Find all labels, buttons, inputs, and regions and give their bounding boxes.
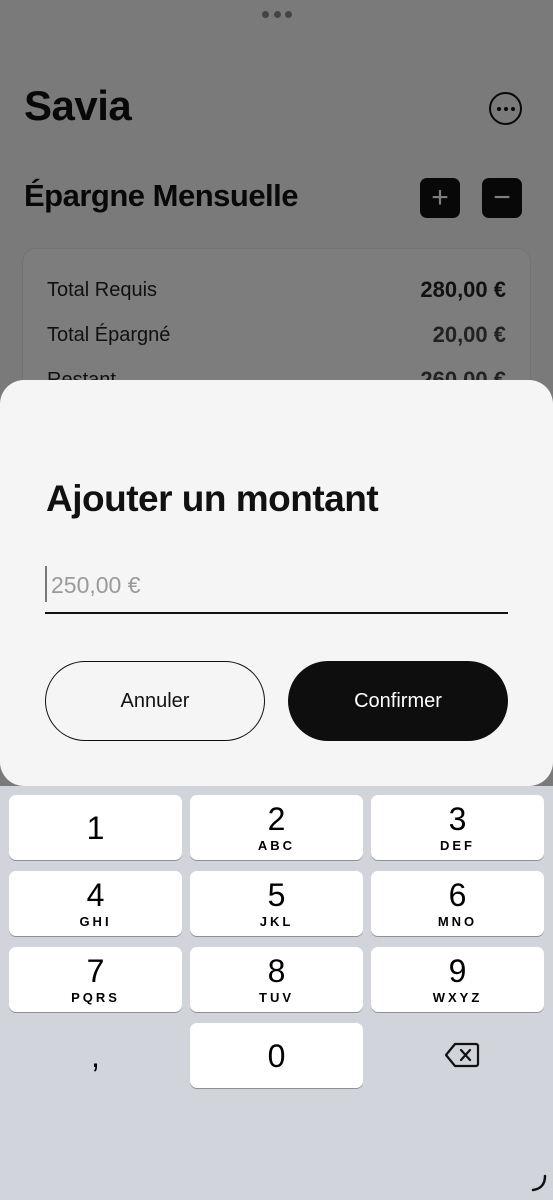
key-letters: WXYZ (432, 990, 483, 1005)
cancel-button[interactable]: Annuler (45, 661, 265, 741)
key-8[interactable]: 8 TUV (190, 947, 363, 1012)
key-number: 6 (448, 877, 467, 913)
text-caret (45, 566, 47, 602)
key-letters: DEF (440, 838, 475, 853)
key-number: 9 (448, 953, 467, 989)
key-7[interactable]: 7 PQRS (9, 947, 182, 1012)
key-comma[interactable]: , (9, 1023, 182, 1088)
key-letters: PQRS (71, 990, 120, 1005)
key-number: 4 (86, 877, 105, 913)
key-letters: GHI (79, 914, 112, 929)
backspace-icon[interactable] (444, 1042, 480, 1068)
key-number: 0 (267, 1037, 286, 1074)
key-5[interactable]: 5 JKL (190, 871, 363, 936)
numeric-keyboard: 1 2 ABC 3 DEF 4 GHI 5 JKL 6 MNO 7 PQRS 8… (0, 786, 553, 1200)
amount-input[interactable] (51, 564, 501, 606)
key-4[interactable]: 4 GHI (9, 871, 182, 936)
confirm-button[interactable]: Confirmer (288, 661, 508, 741)
amount-field[interactable] (45, 564, 508, 614)
key-0[interactable]: 0 (190, 1023, 363, 1088)
key-number: 3 (448, 801, 467, 837)
key-6[interactable]: 6 MNO (371, 871, 544, 936)
key-3[interactable]: 3 DEF (371, 795, 544, 860)
key-2[interactable]: 2 ABC (190, 795, 363, 860)
key-letters: ABC (257, 838, 296, 853)
key-number: 5 (267, 877, 286, 913)
key-letters: MNO (437, 914, 478, 929)
dictation-corner-icon (531, 1174, 547, 1192)
key-number: 7 (86, 953, 105, 989)
key-1[interactable]: 1 (9, 795, 182, 860)
key-letters: TUV (259, 990, 294, 1005)
dialog-title: Ajouter un montant (46, 478, 379, 519)
key-letters: JKL (259, 914, 294, 929)
key-9[interactable]: 9 WXYZ (371, 947, 544, 1012)
key-number: , (91, 1037, 100, 1074)
key-number: 2 (267, 801, 286, 837)
key-number: 1 (86, 809, 105, 846)
add-amount-dialog: Ajouter un montant Annuler Confirmer (0, 380, 553, 786)
screen: Savia Épargne Mensuelle + − Total Requis… (0, 0, 553, 1200)
key-number: 8 (267, 953, 286, 989)
